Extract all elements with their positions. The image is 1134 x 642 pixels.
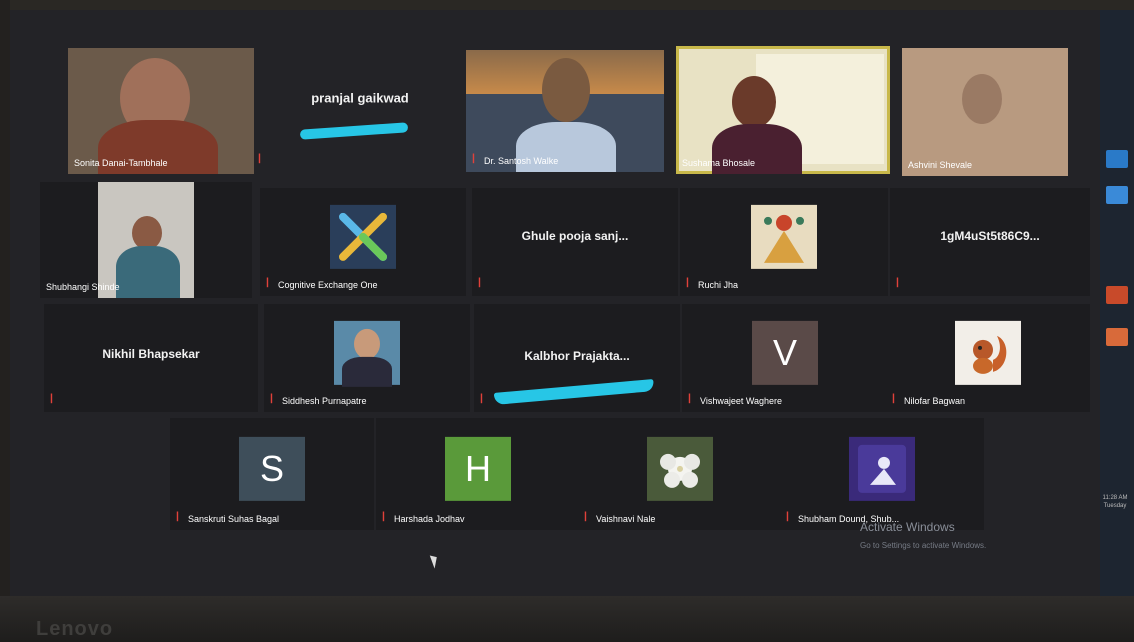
participant-tile[interactable]: Ashvini Shevale — [902, 48, 1068, 176]
participant-video — [98, 182, 194, 298]
mute-icon: ꟾ — [472, 155, 475, 166]
participant-name-label: ꟾ Ruchi Jha — [686, 279, 739, 291]
participant-tile[interactable]: pranjal gaikwad — [260, 48, 460, 174]
mute-icon: ꟾ — [786, 513, 789, 524]
participant-tile[interactable]: V ꟾ Vishwajeet Waghere — [682, 304, 888, 412]
activate-windows-title: Activate Windows — [860, 520, 955, 534]
mute-icon: ꟾ — [896, 279, 899, 290]
mute-icon: ꟾ — [176, 513, 179, 524]
participant-name-label: Shubhangi Shinde — [46, 282, 120, 292]
squirrel-avatar-icon — [955, 320, 1021, 385]
participant-tile[interactable]: ꟾ Shubham Dound, Shub... — [780, 418, 984, 530]
participant-tile[interactable]: ꟾ Ruchi Jha — [680, 188, 888, 296]
painting-avatar-icon — [751, 204, 817, 269]
participant-tile[interactable]: 1gM4uSt5t86C9... ꟾ — [890, 188, 1090, 296]
participant-tile[interactable]: ꟾ Dr. Santosh Walke — [466, 50, 664, 172]
participant-name-label: ꟾ Cognitive Exchange One — [266, 279, 378, 291]
participant-video — [732, 76, 776, 128]
participant-name-label: ꟾ Vaishnavi Nale — [584, 513, 656, 525]
participant-name-label: ꟾ Vishwajeet Waghere — [688, 395, 783, 407]
mute-icon: ꟾ — [584, 513, 587, 524]
shubham-logo-avatar-icon — [849, 436, 915, 501]
participant-tile[interactable]: ꟾ Cognitive Exchange One — [260, 188, 466, 296]
taskbar-app-icon[interactable] — [1106, 286, 1128, 304]
participant-tile[interactable]: Sonita Danai-Tambhale — [68, 48, 254, 174]
participant-tile[interactable]: ꟾ Nilofar Bagwan — [886, 304, 1090, 412]
clock-day: Tuesday — [1103, 503, 1127, 509]
mute-icon: ꟾ — [270, 395, 273, 406]
taskbar-app-icon[interactable] — [1106, 150, 1128, 168]
activate-windows-subtitle: Go to Settings to activate Windows. — [860, 541, 987, 550]
participant-name-label: ꟾ — [480, 396, 488, 406]
cognitive-exchange-logo-icon — [330, 204, 396, 269]
participant-video — [542, 58, 590, 122]
participant-name-label: Sushama Bhosale — [682, 158, 756, 168]
mute-icon: ꟾ — [892, 395, 895, 406]
mute-icon: ꟾ — [686, 279, 689, 290]
participant-tile[interactable]: ꟾ Vaishnavi Nale — [578, 418, 782, 530]
participant-tile[interactable]: S ꟾ Sanskruti Suhas Bagal — [170, 418, 374, 530]
mute-icon: ꟾ — [50, 395, 53, 406]
participant-tile-active-speaker[interactable]: Sushama Bhosale — [676, 46, 890, 174]
participant-name: Nikhil Bhapsekar — [102, 346, 200, 361]
participant-tile[interactable]: ꟾ Siddhesh Purnapatre — [264, 304, 470, 412]
avatar-letter: S — [239, 436, 305, 501]
participant-name-label: Ashvini Shevale — [908, 160, 973, 170]
participant-name-label: Sonita Danai-Tambhale — [74, 158, 168, 168]
mute-icon: ꟾ — [480, 395, 483, 406]
mute-icon: ꟾ — [266, 279, 269, 290]
participant-name-label: ꟾ — [896, 280, 904, 290]
clock-time: 11:28 AM — [1102, 495, 1128, 501]
participant-name-label: ꟾ Dr. Santosh Walke — [472, 155, 559, 167]
participant-tile[interactable]: Ghule pooja sanj... ꟾ — [472, 188, 678, 296]
laptop-bezel-bottom — [0, 596, 1134, 642]
participant-name: 1gM4uSt5t86C9... — [940, 228, 1040, 243]
participant-tile[interactable]: H ꟾ Harshada Jodhav — [376, 418, 580, 530]
participant-name-label: ꟾ Harshada Jodhav — [382, 513, 465, 525]
taskbar-clock[interactable]: 11:28 AM Tuesday — [1096, 494, 1134, 510]
participant-video — [962, 74, 1002, 124]
participant-name: Ghule pooja sanj... — [521, 228, 629, 243]
participant-name-label: ꟾ Sanskruti Suhas Bagal — [176, 513, 280, 525]
flower-avatar-icon — [647, 436, 713, 501]
profile-photo-avatar — [334, 320, 400, 387]
avatar-letter: V — [752, 320, 818, 385]
taskbar-app-icon[interactable] — [1106, 328, 1128, 346]
mute-icon: ꟾ — [688, 395, 691, 406]
laptop-bezel-left — [0, 0, 10, 642]
taskbar-app-icon[interactable] — [1106, 186, 1128, 204]
participant-name: Kalbhor Prajakta... — [524, 348, 630, 363]
participant-tile[interactable]: Nikhil Bhapsekar ꟾ — [44, 304, 258, 412]
participant-name-label: ꟾ — [478, 280, 486, 290]
participant-tile[interactable]: Shubhangi Shinde — [40, 182, 252, 298]
avatar-letter: H — [445, 436, 511, 501]
mute-icon: ꟾ — [478, 279, 481, 290]
participant-name: pranjal gaikwad — [311, 90, 409, 106]
participant-name-label: ꟾ — [50, 396, 58, 406]
meeting-gallery-view: Sonita Danai-Tambhale ꟾ pranjal gaikwad … — [10, 10, 1100, 596]
mute-icon: ꟾ — [382, 513, 385, 524]
participant-name-label: ꟾ Siddhesh Purnapatre — [270, 395, 367, 407]
participant-name-label: ꟾ Nilofar Bagwan — [892, 395, 966, 407]
device-brand-logo: Lenovo — [36, 618, 114, 640]
